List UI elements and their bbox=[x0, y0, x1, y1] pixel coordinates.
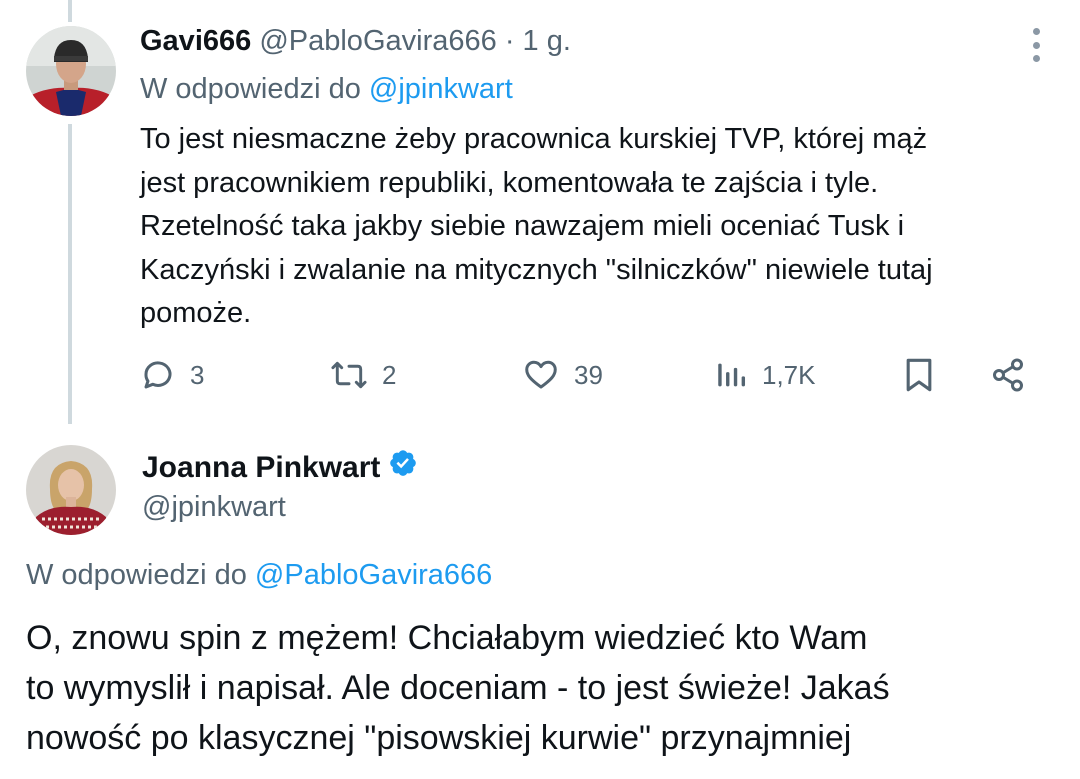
verified-badge-icon bbox=[388, 448, 418, 488]
replying-to-mention[interactable]: @jpinkwart bbox=[369, 73, 513, 105]
display-name[interactable]: Joanna Pinkwart bbox=[142, 449, 380, 487]
repost-count: 2 bbox=[382, 359, 397, 390]
display-name[interactable]: Gavi666 bbox=[140, 25, 251, 57]
avatar[interactable] bbox=[26, 26, 116, 116]
tweet-text-line: to wymyslił i napisał. Ale doceniam - to… bbox=[26, 669, 890, 707]
action-bar: 3 2 39 1,7K bbox=[140, 350, 1040, 400]
tweet-text-line: O, znowu spin z mężem! Chciałabym wiedzi… bbox=[26, 619, 868, 657]
heart-icon bbox=[522, 357, 560, 393]
views-button[interactable]: 1,7K bbox=[714, 350, 816, 400]
tweet-text-line: Rzetelność taka jakby siebie nawzajem mi… bbox=[140, 210, 905, 242]
views-count: 1,7K bbox=[762, 359, 816, 390]
user-handle[interactable]: @PabloGavira666 bbox=[259, 25, 496, 57]
repost-button[interactable]: 2 bbox=[330, 350, 396, 400]
reply-bubble-icon bbox=[140, 357, 176, 393]
replying-to-prefix: W odpowiedzi do bbox=[26, 559, 247, 591]
replying-to: W odpowiedzi do @PabloGavira666 bbox=[26, 556, 492, 594]
separator-dot: · bbox=[504, 25, 515, 57]
avatar[interactable] bbox=[26, 445, 116, 535]
like-button[interactable]: 39 bbox=[522, 350, 603, 400]
thread-connector-line bbox=[68, 0, 72, 22]
tweet-text-line: pomoże. bbox=[140, 297, 252, 329]
share-button[interactable] bbox=[990, 350, 1026, 400]
replying-to-mention[interactable]: @PabloGavira666 bbox=[255, 559, 492, 591]
tweet-text-line: nowość po klasycznej "pisowskiej kurwie"… bbox=[26, 719, 852, 757]
views-bars-icon bbox=[714, 358, 748, 392]
replying-to-prefix: W odpowiedzi do bbox=[140, 73, 361, 105]
tweet-header: Gavi666 @PabloGavira666 · 1 g. bbox=[140, 22, 571, 60]
display-name-row: Joanna Pinkwart bbox=[142, 448, 418, 488]
share-icon bbox=[990, 357, 1026, 393]
more-vertical-icon[interactable] bbox=[1024, 28, 1048, 62]
user-handle[interactable]: @jpinkwart bbox=[142, 488, 286, 526]
bookmark-button[interactable] bbox=[902, 350, 936, 400]
reply-count: 3 bbox=[190, 359, 205, 390]
reply-button[interactable]: 3 bbox=[140, 350, 204, 400]
tweet-text: O, znowu spin z mężem! Chciałabym wiedzi… bbox=[26, 613, 1066, 763]
thread-connector-line bbox=[68, 124, 72, 424]
tweet-text: To jest niesmaczne żeby pracownica kursk… bbox=[140, 118, 1050, 336]
like-count: 39 bbox=[574, 359, 603, 390]
replying-to: W odpowiedzi do @jpinkwart bbox=[140, 70, 513, 108]
tweet-thread: Gavi666 @PabloGavira666 · 1 g. W odpowie… bbox=[0, 0, 1080, 779]
repost-icon bbox=[330, 357, 368, 393]
bookmark-icon bbox=[902, 356, 936, 394]
tweet-text-line: jest pracownikiem republiki, komentowała… bbox=[140, 166, 879, 199]
tweet-text-line: To jest niesmaczne żeby pracownica kursk… bbox=[140, 123, 928, 155]
tweet-text-line: Kaczyński i zwalanie na mitycznych "siln… bbox=[140, 253, 933, 286]
timestamp[interactable]: 1 g. bbox=[523, 25, 571, 57]
